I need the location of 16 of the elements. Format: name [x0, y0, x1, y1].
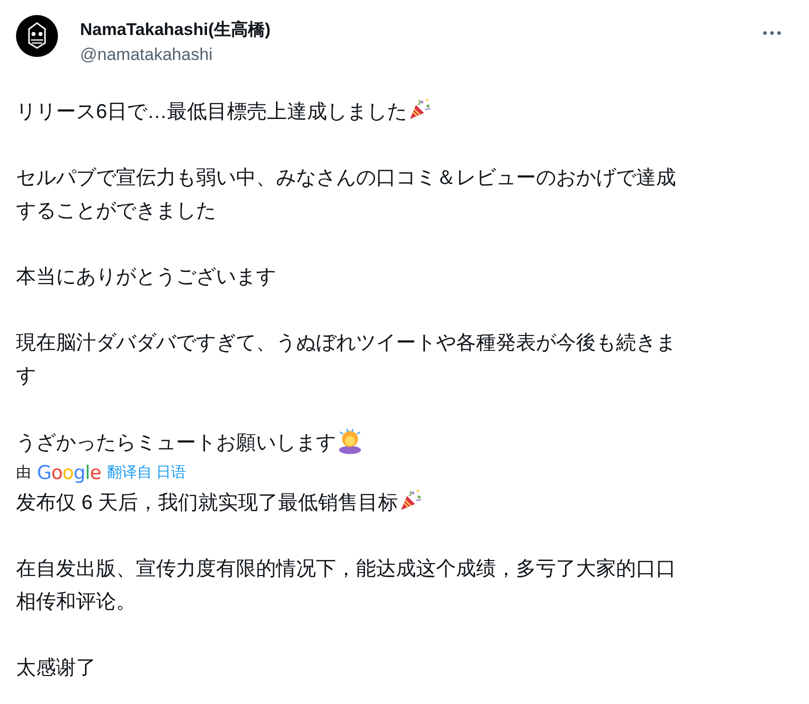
tweet-paragraph: 太感谢了: [16, 656, 97, 681]
google-logo: Google: [37, 460, 102, 486]
party-popper-icon: [408, 97, 432, 121]
tweet-paragraph: セルパブで宣伝力も弱い中、みなさんの口コミ＆レビューのおかげで達成 することができました: [16, 166, 677, 224]
author-handle[interactable]: @namatakahashi: [80, 44, 271, 66]
tweet-paragraph: 发布仅 6 天后，我们就实现了最低销售目标: [16, 487, 793, 520]
tweet-paragraph: 在自发出版、宣传力度有限的情况下，能达成这个成绩，多亏了大家的口口 相传和评论。: [16, 557, 677, 615]
tweet-paragraph: 本当にありがとうございます: [16, 265, 277, 290]
tweet-paragraph: リリース6日で…最低目標売上達成しました: [16, 96, 793, 129]
tweet-paragraph: うざかったらミュートお願いします: [16, 426, 793, 460]
party-popper-icon: [399, 488, 424, 512]
tweet-paragraph: 現在脳汁ダバダバですぎて、うぬぼれツイートや各種発表が今後も続きま す: [16, 331, 677, 389]
translated-by-label: 由: [16, 462, 31, 483]
more-options-icon[interactable]: [763, 31, 781, 35]
avatar-icon[interactable]: [16, 15, 58, 57]
author-name[interactable]: NamaTakahashi(生高橋): [80, 19, 271, 41]
